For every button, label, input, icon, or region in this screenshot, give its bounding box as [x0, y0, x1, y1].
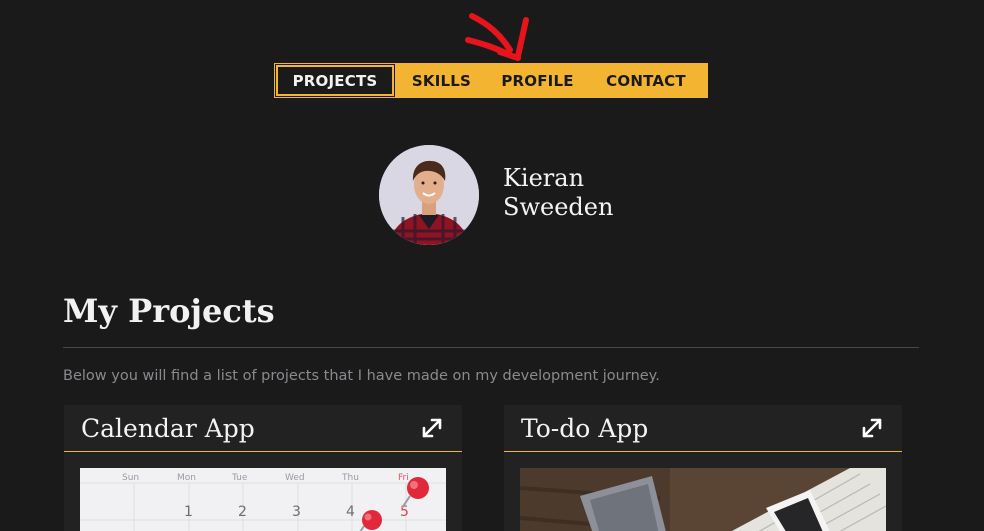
section-divider — [63, 347, 919, 348]
avatar — [379, 145, 479, 245]
nav-contact[interactable]: CONTACT — [586, 65, 706, 96]
calendar-day-mon: Mon — [177, 473, 196, 483]
nav-projects[interactable]: PROJECTS — [275, 64, 395, 97]
first-name: Kieran — [503, 164, 585, 192]
card-header: Calendar App — [64, 405, 462, 452]
card-title: To-do App — [521, 413, 649, 443]
page-title: My Projects — [63, 292, 275, 330]
nav-skills[interactable]: SKILLS — [394, 65, 489, 96]
expand-icon[interactable] — [860, 416, 884, 440]
calendar-app-image: Sun Mon Tue Wed Thu Fri 1 2 3 4 5 — [80, 468, 446, 531]
calendar-day-thu: Thu — [341, 473, 359, 483]
project-card-calendar: Calendar App Sun Mon Tue Wed Thu Fri 1 2… — [64, 405, 462, 531]
calendar-day-sun: Sun — [122, 473, 139, 483]
todo-app-image — [520, 468, 886, 531]
profile-name: Kieran Sweeden — [503, 164, 613, 222]
last-name: Sweeden — [503, 193, 614, 221]
section-subtitle: Below you will find a list of projects t… — [63, 368, 660, 384]
nav-profile[interactable]: PROFILE — [489, 65, 586, 96]
calendar-date-4: 4 — [346, 504, 355, 520]
calendar-day-fri: Fri — [398, 473, 409, 483]
calendar-day-wed: Wed — [285, 473, 305, 483]
calendar-day-tue: Tue — [231, 473, 248, 483]
calendar-date-1: 1 — [184, 504, 193, 520]
annotation-arrow-icon — [465, 13, 529, 61]
card-title: Calendar App — [81, 413, 255, 443]
card-header: To-do App — [504, 405, 902, 452]
calendar-date-3: 3 — [292, 504, 301, 520]
main-nav: PROJECTS SKILLS PROFILE CONTACT — [274, 63, 708, 98]
calendar-date-2: 2 — [238, 504, 247, 520]
project-card-todo: To-do App — [504, 405, 902, 531]
profile-photo — [379, 145, 479, 245]
calendar-date-5: 5 — [400, 504, 409, 520]
expand-icon[interactable] — [420, 416, 444, 440]
